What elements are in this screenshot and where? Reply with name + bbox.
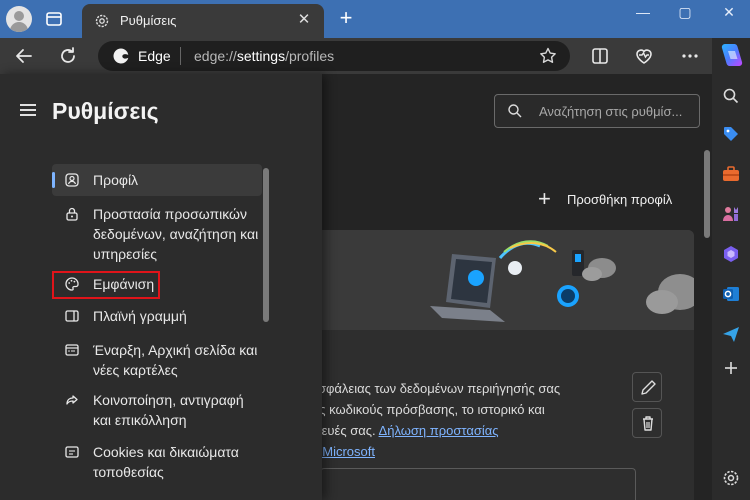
trash-icon <box>643 416 653 431</box>
games-icon[interactable] <box>721 204 741 224</box>
description-line: υσκευές σας. Δήλωση προστασίας <box>300 423 499 438</box>
nav-item-share-copy-paste[interactable]: Κοινοποίηση, αντιγραφή και επικόλληση <box>52 390 262 432</box>
profile-banner-illustration <box>300 230 694 330</box>
nav-item-start-home-newtab[interactable]: Έναρξη, Αρχική σελίδα και νέες καρτέλες <box>52 340 262 382</box>
nav-item-label: Έναρξη, Αρχική σελίδα και νέες καρτέλες <box>93 342 258 378</box>
tab-title: Ρυθμίσεις <box>120 13 177 28</box>
profile-icon <box>65 173 79 187</box>
highlight-annotation <box>52 271 160 299</box>
gear-icon <box>95 14 109 28</box>
nav-item-label: Προστασία προσωπικών δεδομένων, αναζήτησ… <box>93 206 259 262</box>
nav-scrollbar[interactable] <box>263 168 269 322</box>
more-options-icon[interactable] <box>678 44 702 68</box>
profile-description: χ ασφάλειας των δεδομένων περιήγησής σας… <box>300 378 610 462</box>
browser-essentials-icon[interactable] <box>632 44 656 68</box>
shopping-tag-icon[interactable] <box>721 124 741 144</box>
nav-item-label: Cookies και δικαιώματα τοποθεσίας <box>93 444 239 480</box>
address-separator <box>180 47 181 65</box>
title-bar: Ρυθμίσεις ✕ + — ▢ ✕ <box>0 0 750 38</box>
outlook-icon[interactable] <box>721 284 741 304</box>
lock-icon <box>66 207 78 221</box>
sidebar-settings-gear-icon[interactable] <box>721 468 741 488</box>
search-icon <box>508 104 522 118</box>
edge-logo-icon <box>113 48 129 64</box>
edge-sidebar <box>712 38 750 500</box>
new-tab-button[interactable]: + <box>336 7 356 29</box>
settings-search-input[interactable]: Αναζήτηση στις ρυθμίσ... <box>494 94 700 128</box>
nav-item-privacy[interactable]: Προστασία προσωπικών δεδομένων, αναζήτησ… <box>52 204 262 266</box>
split-screen-icon[interactable] <box>588 44 612 68</box>
toolbox-icon[interactable] <box>721 164 741 184</box>
tab-actions-icon[interactable] <box>44 9 64 29</box>
description-line: της Microsoft <box>300 441 610 462</box>
favorite-star-icon[interactable] <box>538 46 558 66</box>
menu-hamburger-icon[interactable] <box>20 104 36 116</box>
delete-profile-button[interactable] <box>632 408 662 438</box>
minimize-button[interactable]: — <box>628 4 658 26</box>
refresh-icon[interactable] <box>56 44 80 68</box>
tab-settings[interactable]: Ρυθμίσεις ✕ <box>82 4 324 38</box>
add-profile-label: Προσθήκη προφίλ <box>567 192 673 207</box>
send-icon[interactable] <box>721 324 741 344</box>
nav-item-sidebar[interactable]: Πλαϊνή γραμμή <box>52 306 262 328</box>
search-placeholder: Αναζήτηση στις ρυθμίσ... <box>539 104 683 119</box>
search-icon[interactable] <box>721 86 741 106</box>
edit-profile-button[interactable] <box>632 372 662 402</box>
avatar-body <box>10 22 28 32</box>
copilot-app-icon[interactable] <box>721 244 741 264</box>
description-line: χ ασφάλειας των δεδομένων περιήγησής σας <box>300 381 561 396</box>
page-scrollbar[interactable] <box>704 150 710 238</box>
maximize-button[interactable]: ▢ <box>670 4 700 26</box>
navigation-toolbar: Edge edge://settings/profiles <box>0 38 712 74</box>
home-tabs-icon <box>65 344 79 356</box>
nav-item-cookies-permissions[interactable]: Cookies και δικαιώματα τοποθεσίας <box>52 442 262 484</box>
url-text[interactable]: edge://settings/profiles <box>194 48 334 64</box>
address-bar[interactable]: Edge edge://settings/profiles <box>98 41 570 71</box>
nav-item-label: Κοινοποίηση, αντιγραφή και επικόλληση <box>93 392 244 428</box>
site-name: Edge <box>138 48 171 64</box>
plus-icon: + <box>538 186 551 211</box>
back-arrow-icon[interactable] <box>12 44 36 68</box>
settings-title: Ρυθμίσεις <box>52 98 159 124</box>
nav-item-label: Πλαϊνή γραμμή <box>93 308 187 324</box>
profile-avatar-button[interactable] <box>6 6 32 32</box>
nav-item-profiles[interactable]: Προφίλ <box>52 164 262 196</box>
privacy-statement-link[interactable]: Δήλωση προστασίας <box>379 423 499 438</box>
sidebar-icon <box>65 310 79 322</box>
close-tab-icon[interactable]: ✕ <box>296 12 312 28</box>
close-window-button[interactable]: ✕ <box>714 4 744 26</box>
copilot-icon[interactable] <box>716 40 746 70</box>
add-icon[interactable] <box>721 358 741 378</box>
profile-card: χ ασφάλειας των δεδομένων περιήγησής σας… <box>300 230 694 500</box>
avatar-head <box>14 11 24 21</box>
share-icon <box>66 395 78 405</box>
cookie-icon <box>65 446 79 458</box>
description-line: τους κωδικούς πρόσβασης, το ιστορικό και <box>300 402 545 417</box>
profile-details-section <box>320 468 636 500</box>
settings-nav-panel: Ρυθμίσεις Προφίλ Προστασία προσωπικών δε… <box>0 74 322 500</box>
nav-item-label: Προφίλ <box>93 172 139 188</box>
settings-page: Αναζήτηση στις ρυθμίσ... + Προσθήκη προφ… <box>0 74 712 500</box>
pencil-icon <box>641 380 656 395</box>
